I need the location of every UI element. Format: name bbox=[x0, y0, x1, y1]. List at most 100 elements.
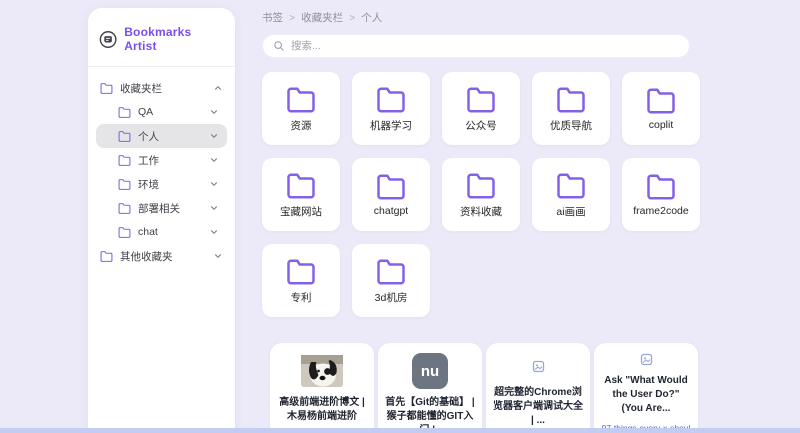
folder-icon bbox=[118, 202, 131, 215]
folder-card-ziliao-shoucang[interactable]: 资料收藏 bbox=[442, 158, 520, 231]
sidebar-item-label: chat bbox=[138, 226, 158, 238]
nu-logo-icon: nu bbox=[412, 353, 448, 389]
folder-icon bbox=[376, 85, 406, 115]
breadcrumb-item-bookmarks[interactable]: 书签 bbox=[262, 10, 283, 25]
sidebar-item-label: 其他收藏夹 bbox=[120, 249, 173, 264]
folder-label: 资料收藏 bbox=[460, 204, 502, 219]
folder-label: 专利 bbox=[291, 290, 312, 305]
folder-icon bbox=[118, 178, 131, 191]
folder-card-coplit[interactable]: coplit bbox=[622, 72, 700, 145]
search-input[interactable] bbox=[291, 40, 679, 52]
folder-card-3d-jifang[interactable]: 3d机房 bbox=[352, 244, 430, 317]
app-title: Bookmarks Artist bbox=[124, 25, 223, 53]
bookmark-thumbnail bbox=[301, 353, 343, 389]
breadcrumb-item-collections[interactable]: 收藏夹栏 bbox=[301, 10, 343, 25]
bookmark-card-backlog[interactable]: nu 首先【Git的基础】 | 猴子都能懂的GIT入门 |.. backlog.… bbox=[378, 343, 482, 433]
bookmark-title: 超完整的Chrome浏览器客户端调试大全 | ... bbox=[493, 386, 583, 428]
sidebar-tree: 收藏夹栏 QA 个人 工作 环境 部署相关 bbox=[88, 67, 235, 277]
folder-label: coplit bbox=[649, 119, 674, 131]
chevron-down-icon[interactable] bbox=[209, 131, 219, 141]
app-logo: Bookmarks Artist bbox=[88, 8, 235, 66]
folder-icon bbox=[118, 154, 131, 167]
bookmark-thumbnail bbox=[640, 353, 653, 367]
sidebar-item-chat[interactable]: chat bbox=[96, 220, 227, 244]
folder-card-ai-huahua[interactable]: ai画画 bbox=[532, 158, 610, 231]
folder-icon bbox=[286, 85, 316, 115]
sidebar-item-label: 收藏夹栏 bbox=[120, 81, 162, 96]
broken-image-icon bbox=[532, 360, 545, 373]
sidebar-item-personal[interactable]: 个人 bbox=[96, 124, 227, 148]
sidebar-item-label: 工作 bbox=[138, 153, 159, 168]
broken-image-icon bbox=[640, 353, 653, 366]
folder-icon bbox=[100, 250, 113, 263]
folder-card-youzhi-daohang[interactable]: 优质导航 bbox=[532, 72, 610, 145]
chevron-down-icon[interactable] bbox=[209, 179, 219, 189]
bookmark-card-igeekbar[interactable]: 超完整的Chrome浏览器客户端调试大全 | ... www.igeekbar.… bbox=[486, 343, 590, 433]
folder-grid: 资源 机器学习 公众号 优质导航 coplit 宝藏网站 chatgpt 资料 bbox=[262, 72, 800, 317]
sidebar-item-label: 环境 bbox=[138, 177, 159, 192]
sidebar-item-label: 个人 bbox=[138, 129, 159, 144]
dog-photo-thumbnail bbox=[301, 355, 343, 387]
bookmark-card-muyiy[interactable]: 高级前端进阶博文 | 木易杨前端进阶 muyiy.cn bbox=[270, 343, 374, 433]
sidebar-item-env[interactable]: 环境 bbox=[96, 172, 227, 196]
chevron-down-icon[interactable] bbox=[209, 107, 219, 117]
folder-icon bbox=[646, 172, 676, 202]
folder-label: 宝藏网站 bbox=[280, 204, 322, 219]
folder-icon bbox=[286, 171, 316, 201]
sidebar-item-collections-root[interactable]: 收藏夹栏 bbox=[88, 76, 235, 100]
folder-card-ziyuan[interactable]: 资源 bbox=[262, 72, 340, 145]
window-bottom-edge bbox=[0, 428, 800, 433]
folder-icon bbox=[100, 82, 113, 95]
chevron-down-icon[interactable] bbox=[209, 203, 219, 213]
folder-icon bbox=[376, 172, 406, 202]
sidebar-item-other-collections[interactable]: 其他收藏夹 bbox=[88, 244, 235, 268]
bookmark-title: 高级前端进阶博文 | 木易杨前端进阶 bbox=[277, 396, 367, 424]
folder-card-chatgpt[interactable]: chatgpt bbox=[352, 158, 430, 231]
folder-card-gongzhonghao[interactable]: 公众号 bbox=[442, 72, 520, 145]
sidebar-item-label: QA bbox=[138, 106, 153, 118]
bookmark-row: 高级前端进阶博文 | 木易杨前端进阶 muyiy.cn nu 首先【Git的基础… bbox=[270, 343, 800, 433]
sidebar-item-work[interactable]: 工作 bbox=[96, 148, 227, 172]
bookmark-card-97-things[interactable]: Ask "What Would the User Do?" (You Are..… bbox=[594, 343, 698, 433]
bookmark-thumbnail: nu bbox=[412, 353, 448, 389]
sidebar-item-deploy[interactable]: 部署相关 bbox=[96, 196, 227, 220]
folder-label: 3d机房 bbox=[375, 290, 408, 305]
bookmark-thumbnail bbox=[532, 353, 545, 379]
chevron-down-icon[interactable] bbox=[209, 227, 219, 237]
folder-card-machine-learning[interactable]: 机器学习 bbox=[352, 72, 430, 145]
folder-label: 公众号 bbox=[465, 118, 497, 133]
folder-label: frame2code bbox=[633, 205, 688, 217]
folder-label: 优质导航 bbox=[550, 118, 592, 133]
folder-label: 资源 bbox=[291, 118, 312, 133]
folder-card-baozang-wangzhan[interactable]: 宝藏网站 bbox=[262, 158, 340, 231]
folder-icon bbox=[556, 171, 586, 201]
search-icon bbox=[273, 40, 285, 52]
folder-card-frame2code[interactable]: frame2code bbox=[622, 158, 700, 231]
folder-card-zhuanli[interactable]: 专利 bbox=[262, 244, 340, 317]
folder-icon bbox=[118, 106, 131, 119]
folder-label: 机器学习 bbox=[370, 118, 412, 133]
breadcrumb: 书签 > 收藏夹栏 > 个人 bbox=[262, 10, 800, 25]
sidebar: Bookmarks Artist 收藏夹栏 QA 个人 工作 环境 bbox=[88, 8, 235, 433]
folder-label: ai画画 bbox=[556, 204, 585, 219]
search-bar[interactable] bbox=[262, 34, 690, 58]
bookmark-title: Ask "What Would the User Do?" (You Are..… bbox=[601, 374, 691, 416]
folder-icon bbox=[376, 257, 406, 287]
sidebar-item-label: 部署相关 bbox=[138, 201, 180, 216]
chevron-down-icon[interactable] bbox=[213, 251, 223, 261]
chevron-up-icon[interactable] bbox=[213, 83, 223, 93]
main-content: 书签 > 收藏夹栏 > 个人 资源 机器学习 公众号 优质导航 bbox=[255, 0, 800, 433]
folder-icon bbox=[118, 226, 131, 239]
bookmarks-logo-icon bbox=[98, 29, 118, 50]
chevron-down-icon[interactable] bbox=[209, 155, 219, 165]
breadcrumb-separator: > bbox=[349, 12, 355, 24]
sidebar-item-qa[interactable]: QA bbox=[96, 100, 227, 124]
folder-icon bbox=[466, 85, 496, 115]
folder-icon bbox=[556, 85, 586, 115]
breadcrumb-separator: > bbox=[289, 12, 295, 24]
folder-icon bbox=[646, 86, 676, 116]
folder-icon bbox=[286, 257, 316, 287]
breadcrumb-item-personal: 个人 bbox=[361, 10, 382, 25]
folder-label: chatgpt bbox=[374, 205, 408, 217]
folder-icon bbox=[118, 130, 131, 143]
